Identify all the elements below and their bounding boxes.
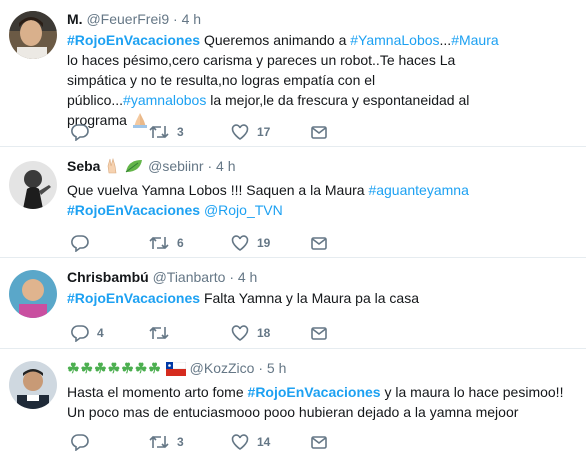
like-icon [231,124,249,140]
like-button[interactable]: 17 [231,123,270,141]
text-span: Hasta el momento arto fome [67,384,248,400]
reply-count: 4 [97,326,104,340]
text-span: Falta Yamna y la Maura pa la casa [200,290,419,306]
timestamp[interactable]: 4 h [238,269,257,285]
timestamp[interactable]: 4 h [182,11,201,27]
message-icon [311,436,327,449]
tweet-text: #RojoEnVacaciones Falta Yamna y la Maura… [67,288,578,308]
direct-message-button[interactable] [310,234,328,252]
reply-button[interactable] [71,123,97,141]
reply-button[interactable] [71,234,97,252]
display-name[interactable]: M. [67,11,83,27]
victory-hand-emoji [104,157,120,178]
avatar[interactable] [9,11,57,59]
like-count: 18 [257,326,271,340]
four-leaf-clover-emoji: ☘☘☘☘☘☘☘ [67,360,162,376]
retweet-count: 3 [177,125,184,139]
tweet[interactable]: ☘☘☘☘☘☘☘ @KozZico · 5 h Hasta el momento … [0,349,586,457]
reply-icon [71,124,89,141]
retweet-icon [149,326,169,340]
timestamp[interactable]: 5 h [267,360,286,376]
hashtag-link[interactable]: #aguanteyamna [368,182,468,198]
direct-message-button[interactable] [310,123,328,141]
tweet-text: #RojoEnVacaciones Queremos animando a #Y… [67,30,507,133]
user-handle[interactable]: @FeuerFrei9 [86,11,169,27]
retweet-button[interactable]: 6 [149,234,184,252]
like-button[interactable]: 14 [231,433,270,451]
retweet-button[interactable]: 3 [149,433,184,451]
text-span: Que vuelva Yamna Lobos !!! Saquen a la M… [67,182,369,198]
retweet-icon [149,435,169,449]
leaf-emoji [124,158,144,178]
like-count: 17 [257,125,271,139]
message-icon [311,126,327,139]
chile-flag-emoji [165,361,186,380]
text-span: ... [439,32,452,48]
hashtag-link[interactable]: #RojoEnVacaciones [67,32,200,48]
like-button[interactable]: 19 [231,234,270,252]
display-name[interactable]: ☘☘☘☘☘☘☘ [67,360,162,376]
reply-icon [71,235,89,252]
like-icon [231,434,249,450]
avatar[interactable] [9,361,57,409]
like-icon [231,235,249,251]
separator-dot: · [173,11,178,27]
reply-icon [71,325,89,342]
reply-icon [71,434,89,451]
mention-link[interactable]: @Rojo_TVN [204,202,283,218]
direct-message-button[interactable] [310,433,328,451]
avatar[interactable] [9,270,57,318]
reply-button[interactable] [71,433,97,451]
retweet-button[interactable] [149,324,177,342]
retweet-count: 6 [177,236,184,250]
user-handle[interactable]: @KozZico [190,360,255,376]
separator-dot: · [229,269,234,285]
hashtag-link[interactable]: #Maura [451,32,498,48]
message-icon [311,327,327,340]
text-span: Queremos animando a [200,32,351,48]
tweet-text: Que vuelva Yamna Lobos !!! Saquen a la M… [67,180,578,220]
direct-message-button[interactable] [310,324,328,342]
hashtag-link[interactable]: #yamnalobos [123,92,206,108]
tweet[interactable]: Seba @sebiinr · 4 h Que vuelva Yamna Lob… [0,147,586,258]
separator-dot: · [258,360,263,376]
tweet[interactable]: Chrisbambú @Tianbarto · 4 h #RojoEnVacac… [0,258,586,349]
hashtag-link[interactable]: #RojoEnVacaciones [248,384,381,400]
tweet-text: Hasta el momento arto fome #RojoEnVacaci… [67,382,578,422]
avatar[interactable] [9,161,57,209]
retweet-icon [149,236,169,250]
display-name[interactable]: Chrisbambú [67,269,149,285]
like-count: 19 [257,236,271,250]
retweet-button[interactable]: 3 [149,123,184,141]
retweet-icon [149,125,169,139]
reply-button[interactable]: 4 [71,324,104,342]
hashtag-link[interactable]: #RojoEnVacaciones [67,202,200,218]
hashtag-link[interactable]: #RojoEnVacaciones [67,290,200,306]
user-handle[interactable]: @sebiinr [148,158,203,174]
message-icon [311,237,327,250]
display-name[interactable]: Seba [67,158,100,174]
timestamp[interactable]: 4 h [216,158,235,174]
hashtag-link[interactable]: #YamnaLobos [350,32,439,48]
tweet[interactable]: M. @FeuerFrei9 · 4 h #RojoEnVacaciones Q… [0,0,586,147]
like-count: 14 [257,435,271,449]
retweet-count: 3 [177,435,184,449]
separator-dot: · [207,158,213,174]
like-icon [231,325,249,341]
user-handle[interactable]: @Tianbarto [153,269,226,285]
like-button[interactable]: 18 [231,324,270,342]
